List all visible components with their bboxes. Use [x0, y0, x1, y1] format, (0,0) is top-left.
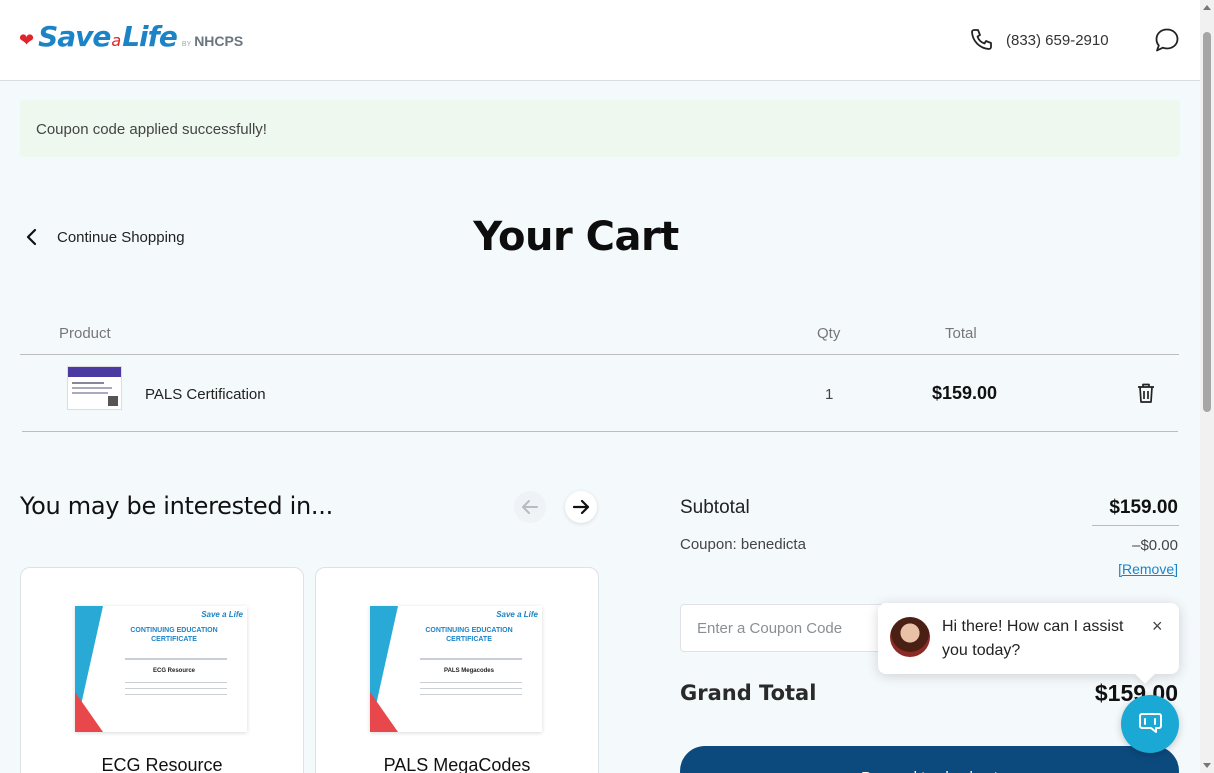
- column-header-qty: Qty: [817, 325, 841, 342]
- arrow-right-icon: [572, 499, 590, 515]
- agent-avatar: [890, 617, 930, 657]
- scroll-up-arrow[interactable]: [1203, 5, 1211, 10]
- trash-icon[interactable]: [1136, 382, 1156, 404]
- phone-link[interactable]: (833) 659-2910: [969, 28, 1109, 52]
- certificate-image: Save a Life CONTINUING EDUCATION CERTIFI…: [370, 606, 542, 732]
- chat-bubble-icon[interactable]: [1154, 27, 1180, 53]
- cart-item-name[interactable]: PALS Certification: [145, 386, 266, 403]
- product-card-name[interactable]: ECG Resource: [21, 755, 303, 773]
- subtotal-label: Subtotal: [680, 497, 750, 518]
- page-scrollbar[interactable]: [1200, 0, 1214, 773]
- proceed-to-checkout-button[interactable]: Proceed to checkout: [680, 746, 1179, 773]
- table-divider: [20, 354, 1179, 355]
- product-card[interactable]: Save a Life CONTINUING EDUCATION CERTIFI…: [20, 567, 304, 773]
- phone-icon: [971, 29, 992, 50]
- product-card[interactable]: Save a Life CONTINUING EDUCATION CERTIFI…: [315, 567, 599, 773]
- cart-item-total: $159.00: [932, 383, 998, 403]
- scroll-down-arrow[interactable]: [1203, 763, 1211, 768]
- cart-item-qty: 1: [825, 386, 834, 403]
- chat-launcher-button[interactable]: [1121, 695, 1179, 753]
- arrow-left-icon: [522, 500, 538, 514]
- phone-number: (833) 659-2910: [1006, 31, 1109, 49]
- scrollbar-thumb[interactable]: [1203, 32, 1211, 412]
- cert-brand: Save a Life: [201, 610, 243, 619]
- column-header-product: Product: [59, 325, 111, 342]
- logo-by: BY: [181, 41, 192, 48]
- column-header-total: Total: [945, 325, 977, 342]
- chat-greeting-popup[interactable]: Hi there! How can I assist you today? ×: [878, 603, 1179, 684]
- table-divider: [22, 431, 1178, 432]
- product-thumbnail[interactable]: [67, 366, 122, 410]
- close-icon[interactable]: ×: [1152, 616, 1163, 637]
- cert-course: ECG Resource: [152, 668, 195, 674]
- carousel-next-button[interactable]: [565, 491, 597, 523]
- chat-support-icon: [1139, 713, 1162, 733]
- remove-coupon-link[interactable]: [Remove]: [1118, 561, 1178, 577]
- cert-course: PALS Megacodes: [444, 668, 494, 674]
- recommendations-title: You may be interested in...: [20, 492, 333, 520]
- notice-text: Coupon code applied successfully!: [36, 121, 267, 138]
- coupon-success-notice: Coupon code applied successfully!: [20, 100, 1180, 157]
- certificate-image: Save a Life CONTINUING EDUCATION CERTIFI…: [75, 606, 247, 732]
- site-header: ❤ Save a Life BY NHCPS (833) 659-2910: [0, 0, 1200, 81]
- heart-icon: ❤: [19, 30, 35, 50]
- carousel-prev-button[interactable]: [514, 491, 546, 523]
- cert-title: CONTINUING EDUCATION CERTIFICATE: [130, 627, 218, 643]
- logo-a: a: [111, 31, 122, 50]
- logo-life: Life: [122, 20, 178, 53]
- logo-save: Save: [38, 20, 111, 53]
- coupon-discount: –$0.00: [1132, 537, 1178, 554]
- page-title: Your Cart: [473, 214, 679, 260]
- cert-title: CONTINUING EDUCATION CERTIFICATE: [425, 627, 513, 643]
- product-card-name[interactable]: PALS MegaCodes: [316, 755, 598, 773]
- logo-nhcps: NHCPS: [194, 33, 244, 49]
- subtotal-value: $159.00: [1109, 497, 1178, 518]
- cert-brand: Save a Life: [496, 610, 538, 619]
- chat-greeting-text: Hi there! How can I assist you today?: [942, 618, 1124, 659]
- coupon-label: Coupon: benedicta: [680, 536, 806, 553]
- grand-total-label: Grand Total: [680, 681, 817, 705]
- subtotal-divider: [1092, 525, 1179, 526]
- save-a-life-logo[interactable]: ❤ Save a Life BY NHCPS: [19, 20, 243, 53]
